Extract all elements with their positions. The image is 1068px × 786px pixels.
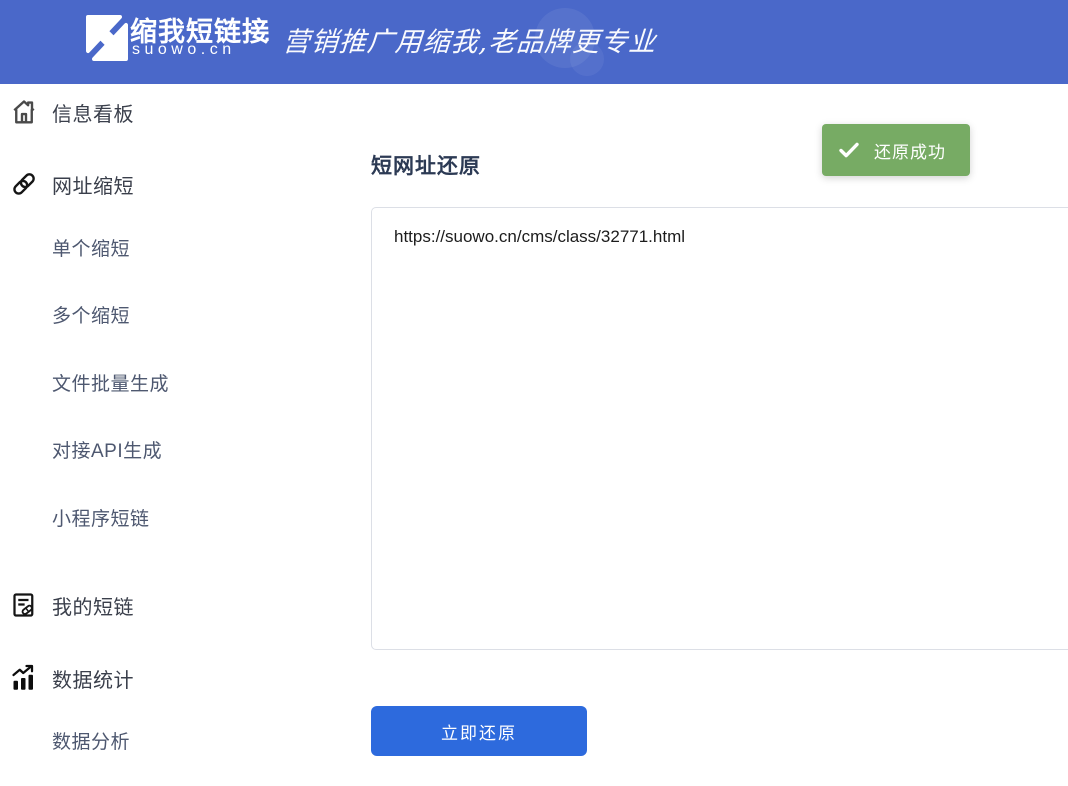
suowo-logo-icon[interactable] xyxy=(85,14,129,62)
tagline-text: 营销推广用缩我,老品牌更专业 xyxy=(282,20,658,59)
short-url-input[interactable]: https://suowo.cn/cms/class/32771.html xyxy=(371,207,1068,650)
sidebar-item-multi-shorten[interactable]: 多个缩短 xyxy=(0,297,360,331)
sidebar-item-single-shorten[interactable]: 单个缩短 xyxy=(0,230,360,264)
toast-message: 还原成功 xyxy=(874,138,946,163)
sidebar-item-label: 单个缩短 xyxy=(52,234,130,261)
document-edit-icon xyxy=(8,589,40,621)
check-icon xyxy=(837,138,861,162)
sidebar-item-label: 多个缩短 xyxy=(52,301,130,328)
sidebar-item-url-shorten[interactable]: 网址缩短 xyxy=(0,167,360,201)
bar-chart-icon xyxy=(8,662,40,694)
sidebar-item-label: 我的短链 xyxy=(52,591,134,620)
sidebar-item-api-generate[interactable]: 对接API生成 xyxy=(0,432,360,466)
page-title: 短网址还原 xyxy=(371,150,481,180)
sidebar-item-label: 数据统计 xyxy=(52,664,134,693)
success-toast: 还原成功 xyxy=(822,124,970,176)
tagline-separator: · xyxy=(264,27,271,53)
sidebar-item-label: 网址缩短 xyxy=(52,170,134,199)
sidebar-item-dashboard[interactable]: 信息看板 xyxy=(0,95,360,129)
sidebar-item-my-links[interactable]: 我的短链 xyxy=(0,588,360,622)
sidebar-item-label: 对接API生成 xyxy=(52,436,162,463)
home-icon xyxy=(8,96,40,128)
sidebar-item-label: 小程序短链 xyxy=(52,504,150,531)
sidebar-item-label: 文件批量生成 xyxy=(52,369,169,396)
sidebar-item-file-batch[interactable]: 文件批量生成 xyxy=(0,365,360,399)
link-icon xyxy=(8,168,40,200)
brand-domain: suowo.cn xyxy=(132,41,236,59)
restore-now-button[interactable]: 立即还原 xyxy=(371,706,587,756)
header-tagline: · 营销推广用缩我,老品牌更专业 xyxy=(264,20,657,59)
sidebar-item-miniprogram-link[interactable]: 小程序短链 xyxy=(0,500,360,534)
top-header: 缩我短链接 suowo.cn · 营销推广用缩我,老品牌更专业 xyxy=(0,0,1068,84)
app-window: 缩我短链接 suowo.cn · 营销推广用缩我,老品牌更专业 信息看板 xyxy=(0,0,1068,786)
sidebar-item-data-analysis[interactable]: 数据分析 xyxy=(0,723,360,757)
sidebar-item-label: 信息看板 xyxy=(52,98,134,127)
sidebar-item-statistics[interactable]: 数据统计 xyxy=(0,661,360,695)
sidebar-item-label: 数据分析 xyxy=(52,727,130,754)
